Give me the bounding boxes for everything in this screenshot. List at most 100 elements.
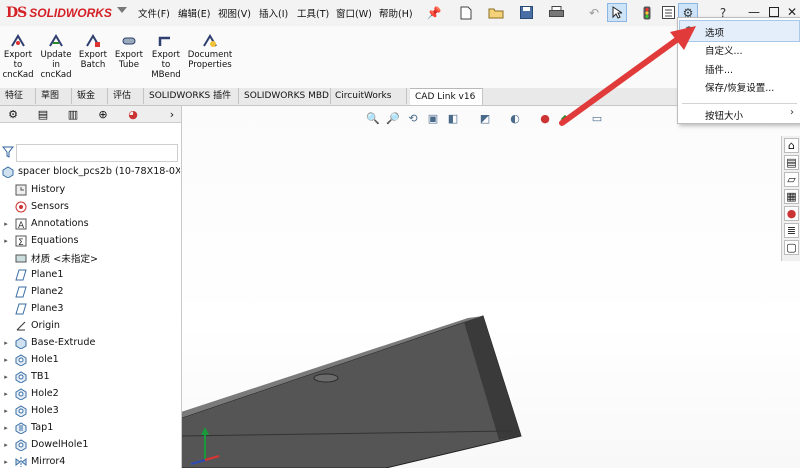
- tree-item-hole2[interactable]: ▸ Hole2: [0, 385, 181, 402]
- zoom-to-fit-icon[interactable]: 🔍: [366, 111, 380, 125]
- tree-item-tb1[interactable]: ▸ TB1: [0, 368, 181, 385]
- menu-edit[interactable]: 编辑(E): [178, 6, 210, 20]
- tree-item-equations[interactable]: ▸ Σ Equations: [0, 232, 181, 249]
- tab-sheet-metal[interactable]: 钣金: [72, 88, 108, 104]
- undo-icon[interactable]: ↶: [585, 4, 603, 21]
- tab-sketch[interactable]: 草图: [36, 88, 72, 104]
- expand-caret-icon[interactable]: ▸: [2, 339, 10, 347]
- tab-circuitworks[interactable]: CircuitWorks: [330, 88, 407, 104]
- feature-manager-panel: ⚙ ▤ ▥ ⊕ ◕ › spacer block_pcs2b (10-78X18…: [0, 106, 182, 468]
- tree-item-annotations[interactable]: ▸ A Annotations: [0, 215, 181, 232]
- export-to-mbend-label: Export to MBend: [151, 50, 181, 80]
- panel-tabs-scroll-icon[interactable]: ›: [161, 107, 183, 121]
- expand-caret-icon[interactable]: ▸: [2, 237, 10, 245]
- display-manager-tab-icon[interactable]: ◕: [122, 107, 144, 121]
- export-batch-button[interactable]: Export Batch: [76, 28, 110, 70]
- expand-caret-icon[interactable]: ▸: [2, 458, 10, 466]
- export-tube-button[interactable]: Export Tube: [113, 28, 145, 70]
- previous-view-icon[interactable]: ⟲: [406, 111, 420, 125]
- export-tube-label: Export Tube: [114, 50, 144, 70]
- tree-item-mirror4[interactable]: ▸ Mirror4: [0, 453, 181, 470]
- menu-window[interactable]: 窗口(W): [336, 6, 372, 20]
- tree-item-label: Origin: [31, 320, 60, 331]
- home-icon[interactable]: ⌂: [784, 138, 799, 153]
- tab-features[interactable]: 特征: [0, 88, 36, 104]
- file-explorer-icon[interactable]: ▱: [784, 172, 799, 187]
- forum-icon[interactable]: ▢: [784, 240, 799, 255]
- feature-manager-tab-icon[interactable]: ⚙: [2, 107, 24, 121]
- dropdown-item-customize[interactable]: 自定义...: [705, 43, 743, 57]
- tree-item-plane2[interactable]: Plane2: [0, 283, 181, 300]
- tree-item-tap1[interactable]: ▸ Tap1: [0, 419, 181, 436]
- tree-item-history[interactable]: History: [0, 181, 181, 198]
- dynamic-annotation-icon[interactable]: ◧: [446, 111, 460, 125]
- section-view-icon[interactable]: ▣: [426, 111, 440, 125]
- tree-item-label: 材质 <未指定>: [31, 253, 99, 265]
- menu-tools[interactable]: 工具(T): [297, 6, 329, 20]
- expand-caret-icon[interactable]: ▸: [2, 220, 10, 228]
- tree-item-hole1[interactable]: ▸ Hole1: [0, 351, 181, 368]
- property-manager-tab-icon[interactable]: ▤: [32, 107, 54, 121]
- pin-icon[interactable]: 📌: [425, 4, 443, 21]
- tree-item-label: History: [31, 184, 66, 195]
- tree-item-label: Hole3: [31, 405, 59, 416]
- menu-file[interactable]: 文件(F): [138, 6, 170, 20]
- dropdown-item-save-restore[interactable]: 保存/恢复设置...: [705, 80, 774, 94]
- view-palette-icon[interactable]: ▦: [784, 189, 799, 204]
- rebuild-traffic-light-icon[interactable]: [638, 4, 656, 21]
- export-cnckad-icon: [10, 34, 26, 48]
- export-to-cnckad-label: Export to cncKad: [2, 50, 34, 80]
- tab-solidworks-addins[interactable]: SOLIDWORKS 插件: [144, 88, 239, 104]
- expand-caret-icon[interactable]: ▸: [2, 356, 10, 364]
- display-style-icon[interactable]: ◐: [508, 111, 522, 125]
- hole-icon: [15, 370, 27, 384]
- menu-insert[interactable]: 插入(I): [259, 6, 288, 20]
- document-properties-button[interactable]: Document Properties: [187, 28, 233, 70]
- tree-item-sensors[interactable]: Sensors: [0, 198, 181, 215]
- tree-filter-input[interactable]: [16, 144, 178, 162]
- export-to-mbend-button[interactable]: Export to MBend: [149, 28, 183, 80]
- tab-cad-link[interactable]: CAD Link v16: [410, 88, 483, 105]
- view-orientation-icon[interactable]: ◩: [478, 111, 492, 125]
- update-in-cnckad-button[interactable]: Update in cncKad: [38, 28, 74, 80]
- tree-item-plane1[interactable]: Plane1: [0, 266, 181, 283]
- tree-item-plane3[interactable]: Plane3: [0, 300, 181, 317]
- print-icon[interactable]: [547, 4, 565, 21]
- open-folder-icon[interactable]: [487, 4, 505, 21]
- expand-caret-icon[interactable]: ▸: [2, 441, 10, 449]
- tree-item-dowelhole1[interactable]: ▸ DowelHole1: [0, 436, 181, 453]
- custom-properties-icon[interactable]: ≣: [784, 223, 799, 238]
- menu-help[interactable]: 帮助(H): [379, 6, 413, 20]
- dimxpert-tab-icon[interactable]: ⊕: [92, 107, 114, 121]
- design-library-icon[interactable]: ▤: [784, 155, 799, 170]
- configuration-manager-tab-icon[interactable]: ▥: [62, 107, 84, 121]
- dropdown-item-addins[interactable]: 插件...: [705, 62, 733, 76]
- tree-item-material[interactable]: 材质 <未指定>: [0, 249, 181, 266]
- origin-icon: [15, 320, 27, 332]
- expand-caret-icon[interactable]: ▸: [2, 373, 10, 381]
- tree-item-base-extrude[interactable]: ▸ Base-Extrude: [0, 334, 181, 351]
- file-properties-icon[interactable]: [659, 4, 677, 21]
- expand-caret-icon[interactable]: ▸: [2, 424, 10, 432]
- part-model[interactable]: [181, 106, 800, 468]
- dropdown-item-options[interactable]: 选项: [705, 25, 724, 39]
- filter-icon[interactable]: [1, 145, 15, 159]
- logo-menu-chevron-icon[interactable]: [117, 7, 127, 13]
- appearances-icon[interactable]: ●: [784, 206, 799, 221]
- graphics-area[interactable]: [181, 106, 800, 468]
- tab-evaluate[interactable]: 评估: [108, 88, 144, 104]
- tree-item-hole3[interactable]: ▸ Hole3: [0, 402, 181, 419]
- tree-item-origin[interactable]: Origin: [0, 317, 181, 334]
- new-document-icon[interactable]: [457, 4, 475, 21]
- tab-solidworks-mbd[interactable]: SOLIDWORKS MBD: [239, 88, 331, 104]
- export-to-cnckad-button[interactable]: Export to cncKad: [1, 28, 35, 80]
- zoom-to-area-icon[interactable]: 🔎: [386, 111, 400, 125]
- expand-caret-icon[interactable]: ▸: [2, 390, 10, 398]
- tree-root-part[interactable]: spacer block_pcs2b (10-78X18-0X3: [2, 164, 180, 179]
- expand-caret-icon[interactable]: ▸: [2, 407, 10, 415]
- save-icon[interactable]: [517, 4, 535, 21]
- dropdown-item-button-size[interactable]: 按钮大小: [705, 108, 743, 122]
- menu-view[interactable]: 视图(V): [218, 6, 251, 20]
- select-cursor-icon[interactable]: [607, 3, 627, 22]
- solidworks-logo[interactable]: DS SOLIDWORKS: [6, 4, 112, 22]
